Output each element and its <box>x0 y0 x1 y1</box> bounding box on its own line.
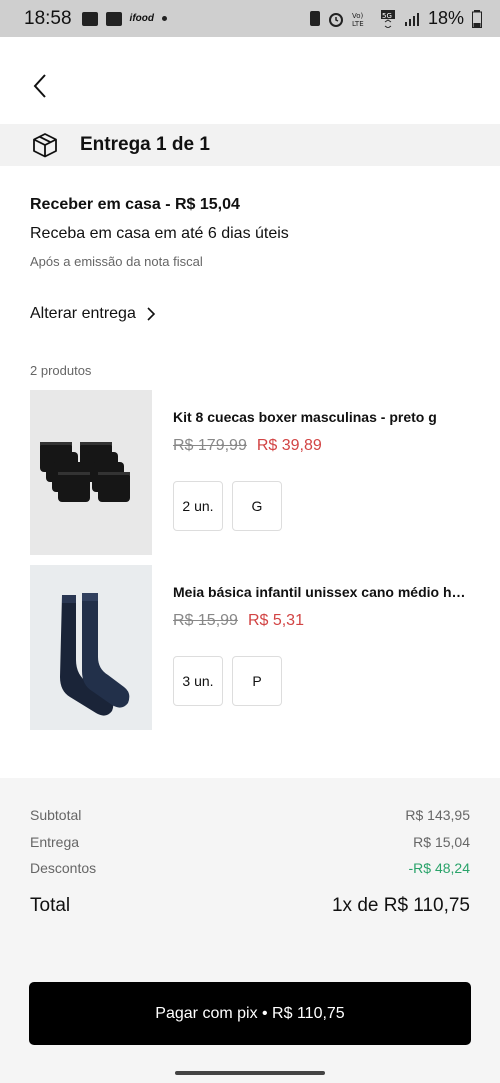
subtotal-label: Subtotal <box>30 807 82 823</box>
product-image <box>30 390 152 555</box>
subtotal-value: R$ 143,95 <box>405 807 470 823</box>
status-bar: 18:58 ifood Vo) LTE 5G 18% <box>0 0 500 37</box>
product-name[interactable]: Meia básica infantil unissex cano médio … <box>173 584 473 600</box>
volte-icon: Vo)LTE <box>352 12 364 27</box>
shipping-title: Receber em casa - R$ 15,04 <box>30 196 240 213</box>
battery-icon <box>472 9 482 28</box>
product-price: R$ 5,31 <box>247 612 304 629</box>
product-old-price: R$ 15,99 <box>173 612 238 629</box>
status-time: 18:58 <box>24 7 72 29</box>
total-label: Total <box>30 895 71 916</box>
svg-text:Vo): Vo) <box>352 12 364 20</box>
product-prices: R$ 179,99 R$ 39,89 <box>173 437 322 455</box>
product-price: R$ 39,89 <box>256 437 322 454</box>
5g-icon: 5G <box>380 9 395 28</box>
discount-value: -R$ 48,24 <box>408 860 470 876</box>
quantity-selector[interactable]: 3 un. <box>173 656 223 706</box>
product-old-price: R$ 179,99 <box>173 437 247 454</box>
discount-label: Descontos <box>30 860 97 876</box>
svg-text:5G: 5G <box>382 12 392 20</box>
package-icon <box>33 133 57 158</box>
gallery-icon <box>81 11 98 26</box>
quantity-selector[interactable]: 2 un. <box>173 481 223 531</box>
chevron-right-icon <box>147 307 155 321</box>
back-arrow-icon[interactable] <box>30 72 52 100</box>
delivery-value: R$ 15,04 <box>413 834 470 850</box>
signal-icon <box>404 12 419 26</box>
shipping-note: Após a emissão da nota fiscal <box>30 254 203 269</box>
app-z-icon <box>105 11 122 26</box>
delivery-row: Entrega R$ 15,04 <box>30 834 470 850</box>
total-row: Total 1x de R$ 110,75 <box>30 895 470 917</box>
more-notifications-icon <box>161 16 167 21</box>
delivery-label: Entrega <box>30 834 80 850</box>
change-delivery-label: Alterar entrega <box>30 305 136 322</box>
battery-saver-icon <box>309 11 320 26</box>
delivery-title: Entrega 1 de 1 <box>80 134 210 155</box>
product-name[interactable]: Kit 8 cuecas boxer masculinas - preto g <box>173 409 473 425</box>
size-selector[interactable]: G <box>232 481 282 531</box>
size-selector[interactable]: P <box>232 656 282 706</box>
product-item: Kit 8 cuecas boxer masculinas - preto g … <box>30 390 480 555</box>
discount-row: Descontos -R$ 48,24 <box>30 860 470 876</box>
svg-text:LTE: LTE <box>352 20 364 27</box>
status-right: Vo) LTE 5G 18% <box>309 0 482 37</box>
home-indicator[interactable] <box>175 1071 325 1075</box>
delivery-header: Entrega 1 de 1 <box>0 124 500 166</box>
product-prices: R$ 15,99 R$ 5,31 <box>173 612 304 630</box>
ifood-icon: ifood <box>129 13 154 24</box>
shipping-subtitle: Receba em casa em até 6 dias úteis <box>30 225 289 242</box>
alarm-icon <box>328 12 343 27</box>
change-delivery-link[interactable]: Alterar entrega <box>30 305 156 323</box>
notification-icons: ifood <box>81 11 167 26</box>
products-count: 2 produtos <box>30 363 92 378</box>
product-item: Meia básica infantil unissex cano médio … <box>30 565 480 730</box>
pay-with-pix-button[interactable]: Pagar com pix • R$ 110,75 <box>29 982 471 1045</box>
total-value: 1x de R$ 110,75 <box>331 895 470 916</box>
product-image <box>30 565 152 730</box>
battery-percent: 18% <box>427 8 464 28</box>
subtotal-row: Subtotal R$ 143,95 <box>30 807 470 823</box>
